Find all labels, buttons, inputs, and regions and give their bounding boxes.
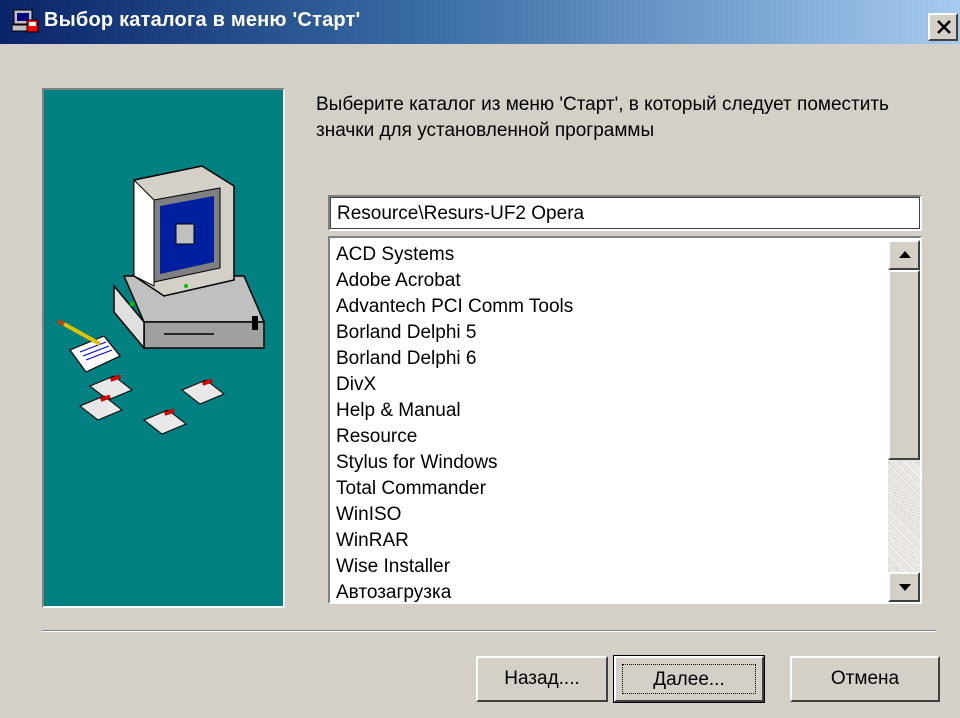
separator <box>42 630 936 632</box>
arrow-down-icon <box>899 584 911 591</box>
instruction-text: Выберите каталог из меню 'Старт', в кото… <box>316 94 889 141</box>
folder-list-item[interactable]: Adobe Acrobat <box>334 268 882 294</box>
folder-list-item[interactable]: Total Commander <box>334 476 882 502</box>
scroll-up-button[interactable] <box>888 240 920 270</box>
back-button[interactable]: Назад.... <box>476 656 608 702</box>
wizard-illustration <box>42 88 285 608</box>
folder-list-item[interactable]: Advantech PCI Comm Tools <box>334 294 882 320</box>
scroll-down-button[interactable] <box>888 572 920 602</box>
folder-list-item[interactable]: DivX <box>334 372 882 398</box>
next-button[interactable]: Далее... <box>613 655 765 703</box>
document-icon <box>57 319 121 373</box>
folder-list-item[interactable]: ACD Systems <box>334 242 882 268</box>
arrow-up-icon <box>899 251 911 258</box>
close-icon <box>937 20 951 34</box>
setup-icon <box>10 8 40 36</box>
folder-list-item[interactable]: Help & Manual <box>334 398 882 424</box>
computer-icon <box>113 165 266 351</box>
folder-listbox[interactable]: ACD Systems Adobe Acrobat Advantech PCI Co… <box>328 236 922 604</box>
cancel-button[interactable]: Отмена <box>790 656 940 702</box>
folder-path-input[interactable]: Resource\Resurs-UF2 Opera <box>328 195 922 231</box>
close-button[interactable] <box>928 13 958 41</box>
folder-list-item[interactable]: Borland Delphi 6 <box>334 346 882 372</box>
title-bar[interactable]: Выбор каталога в меню 'Старт' <box>0 0 960 44</box>
next-button-label: Далее... <box>622 664 756 694</box>
vertical-scrollbar[interactable] <box>888 240 920 602</box>
floppy-disk-icon <box>79 374 225 435</box>
folder-list-item[interactable]: Stylus for Windows <box>334 450 882 476</box>
folder-list: ACD Systems Adobe Acrobat Advantech PCI Co… <box>334 242 882 602</box>
window-title: Выбор каталога в меню 'Старт' <box>44 9 361 31</box>
folder-list-item[interactable]: WinISO <box>334 502 882 528</box>
folder-list-item[interactable]: Wise Installer <box>334 554 882 580</box>
folder-list-item[interactable]: Resource <box>334 424 882 450</box>
folder-list-item[interactable]: Автозагрузка <box>334 580 882 602</box>
folder-list-item[interactable]: Borland Delphi 5 <box>334 320 882 346</box>
scroll-thumb[interactable] <box>888 270 920 460</box>
folder-list-item[interactable]: WinRAR <box>334 528 882 554</box>
